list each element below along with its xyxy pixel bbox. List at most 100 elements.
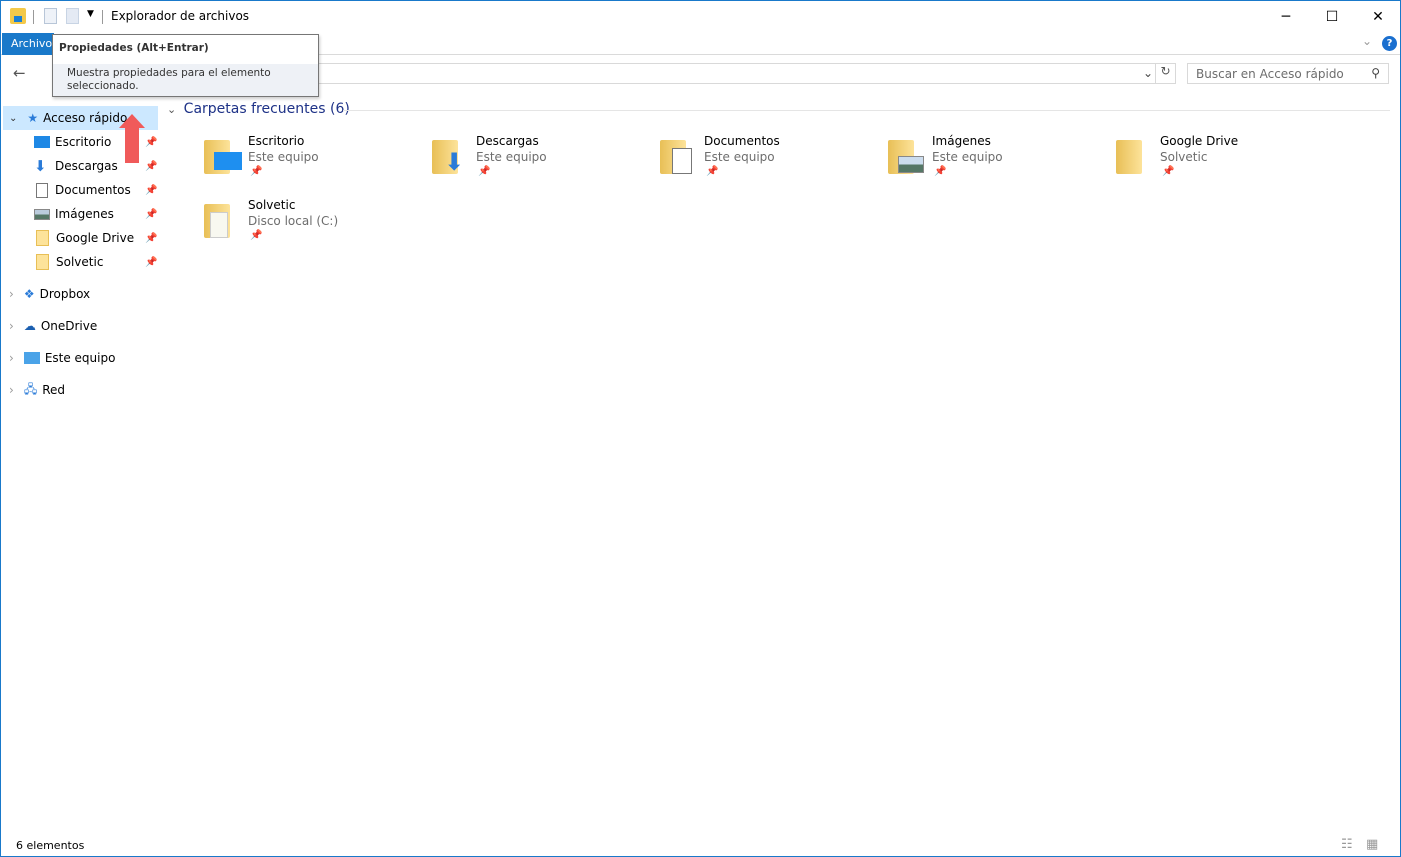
folder-tile-solvetic[interactable]: Solvetic Disco local (C:) 📌 [202,198,402,252]
nav-label: Solvetic [56,255,104,269]
refresh-button[interactable]: ↻ [1155,64,1175,83]
help-icon[interactable]: ? [1382,36,1397,51]
folder-location: Este equipo [932,150,1003,164]
nav-item-escritorio[interactable]: Escritorio 📌 [34,130,157,154]
nav-item-google-drive[interactable]: Google Drive 📌 [34,226,157,250]
folder-icon [1114,138,1154,178]
tiles-view-icon[interactable]: ▦ [1366,837,1378,852]
window-title: Explorador de archivos [111,9,250,23]
folder-name: Descargas [476,134,539,148]
desktop-folder-icon [202,138,242,178]
expand-chevron-icon[interactable]: › [9,351,14,365]
folder-location: Disco local (C:) [248,214,339,228]
folder-location: Este equipo [248,150,319,164]
download-icon: ⬇ [34,157,47,175]
nav-este-equipo[interactable]: › Este equipo [9,346,115,370]
expand-chevron-icon[interactable]: › [9,287,14,301]
folder-name: Imágenes [932,134,991,148]
downloads-folder-icon: ⬇ [430,138,470,178]
customize-toolbar-icon[interactable]: ▼ [87,9,94,19]
pin-icon: 📌 [250,166,263,177]
address-dropdown-icon[interactable]: ⌄ [1143,66,1153,80]
folder-icon [36,254,49,270]
folder-icon [36,230,49,246]
back-button[interactable]: ← [13,64,26,82]
tooltip-title: Propiedades (Alt+Entrar) [59,42,209,54]
details-view-icon[interactable]: ☷ [1341,837,1353,852]
documents-folder-icon [658,138,698,178]
onedrive-icon: ☁ [23,319,36,333]
divider [33,10,34,24]
desktop-icon [34,136,50,148]
nav-label: Documentos [55,183,131,197]
title-bar: ▼ Explorador de archivos ─ ☐ ✕ [1,1,1400,32]
expand-ribbon-icon[interactable]: ⌄ [1362,34,1372,48]
dropbox-icon: ❖ [23,287,35,301]
computer-icon [23,352,40,364]
pin-icon[interactable]: 📌 [145,161,157,172]
pin-icon[interactable]: 📌 [145,185,157,196]
pin-icon[interactable]: 📌 [145,137,157,148]
pin-icon: 📌 [934,166,947,177]
folder-tile-descargas[interactable]: ⬇ Descargas Este equipo 📌 [430,134,630,188]
red-arrow-annotation-shaft [125,127,139,163]
pin-icon: 📌 [478,166,491,177]
folder-tile-documentos[interactable]: Documentos Este equipo 📌 [658,134,858,188]
nav-item-descargas[interactable]: ⬇ Descargas 📌 [34,154,157,178]
close-button[interactable]: ✕ [1355,1,1401,32]
pin-icon[interactable]: 📌 [145,209,157,220]
nav-item-solvetic[interactable]: Solvetic 📌 [34,250,157,274]
nav-label: Este equipo [44,351,116,365]
tooltip-body: Muestra propiedades para el elemento sel… [53,64,318,96]
folder-icon [202,202,242,242]
folder-tile-imagenes[interactable]: Imágenes Este equipo 📌 [886,134,1086,188]
network-icon: 🖧 [23,381,38,396]
nav-label: OneDrive [40,319,98,333]
nav-item-documentos[interactable]: Documentos 📌 [34,178,157,202]
nav-onedrive[interactable]: › ☁ OneDrive [9,314,97,338]
folder-tile-escritorio[interactable]: Escritorio Este equipo 📌 [202,134,402,188]
address-bar[interactable]: ⌄ ↻ [271,63,1176,84]
archivo-tab[interactable]: Archivo [2,33,54,55]
pin-icon: 📌 [1162,166,1175,177]
nav-red[interactable]: › 🖧 Red [9,378,65,402]
pin-icon: 📌 [250,230,263,241]
pin-icon[interactable]: 📌 [145,257,157,268]
folder-name: Solvetic [248,198,296,212]
folder-location: Este equipo [704,150,775,164]
nav-label: Red [42,383,66,397]
pin-icon[interactable]: 📌 [145,233,157,244]
pictures-folder-icon [886,138,926,178]
folder-tile-google-drive[interactable]: Google Drive Solvetic 📌 [1114,134,1314,188]
expand-chevron-icon[interactable]: › [9,319,14,333]
collapse-chevron-icon[interactable]: ⌄ [167,103,176,116]
group-title: Carpetas frecuentes (6) [183,101,350,117]
search-icon: ⚲ [1371,66,1380,80]
pin-icon: 📌 [706,166,719,177]
folder-name: Google Drive [1160,134,1239,148]
nav-label: Escritorio [55,135,112,149]
nav-label: Google Drive [56,231,135,245]
folder-location: Solvetic [1160,150,1208,164]
status-item-count: 6 elementos [16,839,85,852]
divider [343,110,1390,111]
divider [102,10,103,24]
search-input[interactable]: Buscar en Acceso rápido ⚲ [1187,63,1389,84]
minimize-button[interactable]: ─ [1263,1,1309,32]
group-header-carpetas-frecuentes[interactable]: ⌄ Carpetas frecuentes (6) [167,101,1390,119]
nav-label: Dropbox [39,287,91,301]
nav-item-imagenes[interactable]: Imágenes 📌 [34,202,157,226]
tooltip: Propiedades (Alt+Entrar) Muestra propied… [52,34,319,97]
document-icon [36,182,48,198]
expand-chevron-icon[interactable]: › [9,383,14,397]
folder-app-icon [10,8,26,24]
nav-dropbox[interactable]: › ❖ Dropbox [9,282,90,306]
maximize-button[interactable]: ☐ [1309,1,1355,32]
folder-name: Documentos [704,134,780,148]
pictures-icon [34,208,50,220]
new-folder-quick-icon[interactable] [66,8,79,24]
star-icon: ★ [27,111,39,125]
red-arrow-annotation-icon [119,114,145,128]
properties-quick-icon[interactable] [44,8,57,24]
folder-location: Este equipo [476,150,547,164]
